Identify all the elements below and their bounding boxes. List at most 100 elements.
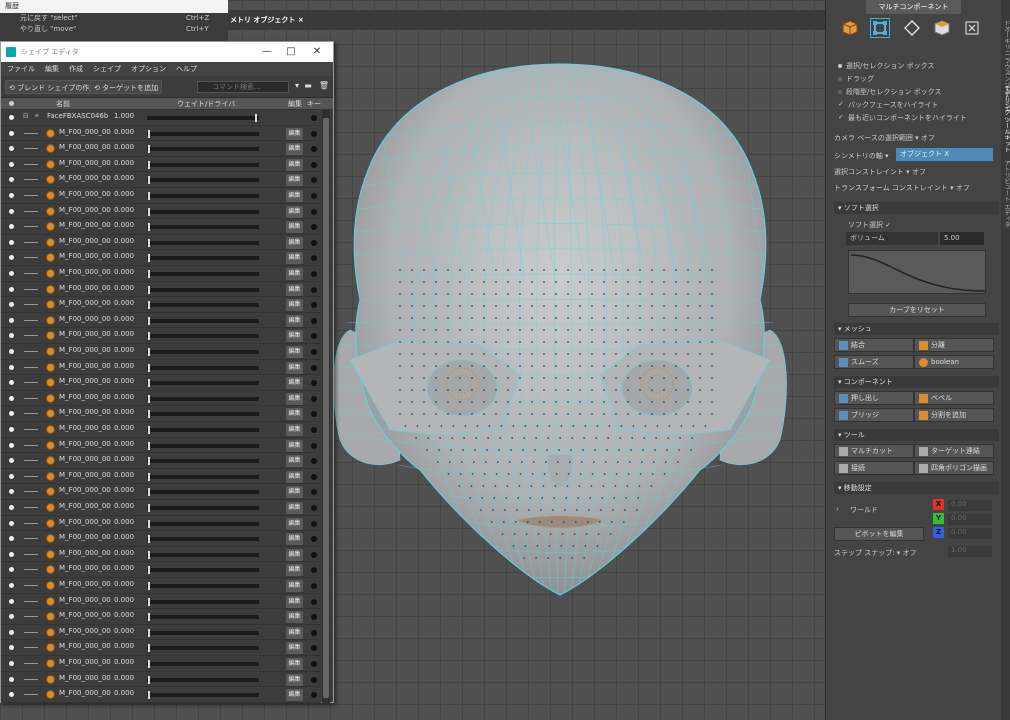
edit-target-button[interactable]: 編集 xyxy=(286,533,303,546)
visibility-icon[interactable] xyxy=(9,505,14,510)
target-weight[interactable]: 0.000 xyxy=(114,580,134,588)
blend-target-row[interactable]: M_F00_000_00 0.000 編集 xyxy=(1,359,321,376)
edit-target-button[interactable]: 編集 xyxy=(286,190,303,202)
edit-target-button[interactable]: 編集 xyxy=(286,673,303,686)
weight-slider[interactable] xyxy=(147,318,259,323)
key-dot[interactable] xyxy=(311,146,317,153)
blend-target-row[interactable]: M_F00_000_00 0.000 編集 xyxy=(1,593,321,610)
weight-slider[interactable] xyxy=(147,147,259,152)
visibility-icon[interactable] xyxy=(9,442,14,448)
blend-target-row[interactable]: M_F00_000_00 0.000 編集 xyxy=(1,656,321,672)
edit-target-button[interactable]: 編集 xyxy=(286,564,303,577)
weight-slider[interactable] xyxy=(147,225,259,230)
target-weight[interactable]: 0.000 xyxy=(114,611,134,619)
target-weight[interactable]: 0.000 xyxy=(114,627,134,635)
weight-slider-knob[interactable] xyxy=(148,379,150,388)
key-dot[interactable] xyxy=(311,614,317,621)
target-weight[interactable]: 0.000 xyxy=(114,159,134,167)
visibility-icon[interactable] xyxy=(9,115,14,120)
trash-icon[interactable]: 🗑 xyxy=(317,79,331,93)
edit-target-button[interactable]: 編集 xyxy=(286,205,303,218)
target-weight[interactable]: 0.000 xyxy=(114,471,134,479)
blend-target-row[interactable]: M_F00_000_00 0.000 編集 xyxy=(1,687,321,703)
visibility-icon[interactable] xyxy=(9,676,14,682)
key-dot[interactable] xyxy=(311,629,317,636)
root-blendshape-row[interactable]: ⊟ ⚭ FaceFBXASC046b 1.000 xyxy=(1,110,321,126)
history-row-undo[interactable]: 元に戻す "select" Ctrl+Z xyxy=(0,13,228,24)
blend-target-row[interactable]: M_F00_000_00 0.000 編集 xyxy=(1,156,321,173)
weight-slider[interactable] xyxy=(147,552,259,557)
visibility-icon[interactable] xyxy=(9,551,14,557)
edit-target-button[interactable]: 編集 xyxy=(286,221,303,234)
weight-slider[interactable] xyxy=(147,162,259,167)
weight-slider-knob[interactable] xyxy=(148,145,150,154)
weight-slider-knob[interactable] xyxy=(148,660,150,668)
new-folder-icon[interactable]: ▬ xyxy=(301,79,315,93)
blend-target-row[interactable]: M_F00_000_00 0.000 編集 xyxy=(1,219,321,235)
weight-slider[interactable] xyxy=(147,677,259,682)
move-settings-section[interactable]: ▾ 移動設定 xyxy=(834,482,999,494)
weight-slider-knob[interactable] xyxy=(148,160,150,169)
edit-target-button[interactable]: 編集 xyxy=(286,470,303,483)
weight-slider-knob[interactable] xyxy=(148,519,150,528)
edit-target-button[interactable]: 編集 xyxy=(286,408,303,421)
visibility-icon[interactable] xyxy=(9,692,14,698)
key-dot[interactable] xyxy=(311,567,317,574)
camera-based-selection[interactable]: カメラ ベースの選択範囲 ▾ オフ xyxy=(834,133,935,143)
weight-slider[interactable] xyxy=(147,350,259,354)
edit-pivot-button[interactable]: ピボットを編集 xyxy=(834,527,924,541)
target-weight[interactable]: 0.000 xyxy=(114,377,134,385)
target-weight[interactable]: 0.000 xyxy=(114,393,134,401)
visibility-icon[interactable] xyxy=(9,146,14,152)
face-mode-icon[interactable] xyxy=(932,18,952,38)
key-dot[interactable] xyxy=(311,661,317,667)
backface-checkbox[interactable]: ✓ xyxy=(838,100,844,108)
visibility-icon[interactable] xyxy=(9,629,14,635)
select-constraint[interactable]: 選択コンストレイント ▾ オフ xyxy=(834,167,926,177)
key-dot[interactable] xyxy=(311,177,317,184)
visibility-icon[interactable] xyxy=(9,458,14,464)
menu-edit[interactable]: 編集 xyxy=(45,64,59,74)
select-mode-drag[interactable]: ドラッグ xyxy=(846,74,874,84)
edit-target-button[interactable]: 編集 xyxy=(286,548,303,561)
target-weight[interactable]: 0.000 xyxy=(114,190,134,198)
weight-slider-knob[interactable] xyxy=(148,441,150,450)
edit-target-button[interactable]: 編集 xyxy=(286,283,303,296)
target-weight[interactable]: 0.000 xyxy=(114,252,134,260)
falloff-radius-field[interactable]: 5.00 xyxy=(940,232,984,245)
bridge-button[interactable]: ブリッジ xyxy=(834,408,914,422)
blend-target-row[interactable]: M_F00_000_00 0.000 編集 xyxy=(1,671,321,688)
weight-slider-knob[interactable] xyxy=(148,223,150,232)
blend-target-row[interactable]: M_F00_000_00 0.000 編集 xyxy=(1,422,321,438)
blend-target-row[interactable]: M_F00_000_00 0.000 編集 xyxy=(1,640,321,656)
col-key[interactable]: キー xyxy=(307,98,321,110)
weight-slider-knob[interactable] xyxy=(148,410,150,419)
blend-target-row[interactable]: M_F00_000_00 0.000 編集 xyxy=(1,500,321,516)
visibility-icon[interactable] xyxy=(9,193,14,198)
add-division-button[interactable]: 分割を追加 xyxy=(914,408,994,422)
reset-curve-button[interactable]: カーブをリセット xyxy=(848,303,986,317)
key-dot[interactable] xyxy=(311,520,317,527)
target-weight[interactable]: 0.000 xyxy=(114,455,134,463)
blend-target-row[interactable]: M_F00_000_00 0.000 編集 xyxy=(1,375,321,391)
key-dot[interactable] xyxy=(311,380,317,387)
axis-y-button[interactable]: Y xyxy=(933,513,944,524)
edit-target-button[interactable]: 編集 xyxy=(286,392,303,405)
weight-slider[interactable] xyxy=(147,334,259,339)
symmetry-dropdown[interactable]: オブジェクト X xyxy=(896,148,993,161)
blend-target-row[interactable]: M_F00_000_00 0.000 編集 xyxy=(1,437,321,454)
transform-constraint[interactable]: トランスフォーム コンストレイント ▾ オフ xyxy=(834,183,970,193)
blend-target-row[interactable]: M_F00_000_00 0.000 編集 xyxy=(1,406,321,422)
visibility-icon[interactable] xyxy=(9,286,14,292)
edit-target-button[interactable]: 編集 xyxy=(286,689,303,702)
key-dot[interactable] xyxy=(311,411,317,418)
multicut-button[interactable]: マルチカット xyxy=(834,444,914,458)
visibility-icon[interactable] xyxy=(9,271,14,276)
weight-slider[interactable] xyxy=(147,599,259,604)
target-weight[interactable]: 0.000 xyxy=(114,689,134,697)
key-dot[interactable] xyxy=(311,395,317,402)
weight-slider-knob[interactable] xyxy=(148,363,150,372)
weight-slider-knob[interactable] xyxy=(148,285,150,294)
weight-slider[interactable] xyxy=(147,490,259,495)
edit-target-button[interactable]: 編集 xyxy=(286,642,303,655)
